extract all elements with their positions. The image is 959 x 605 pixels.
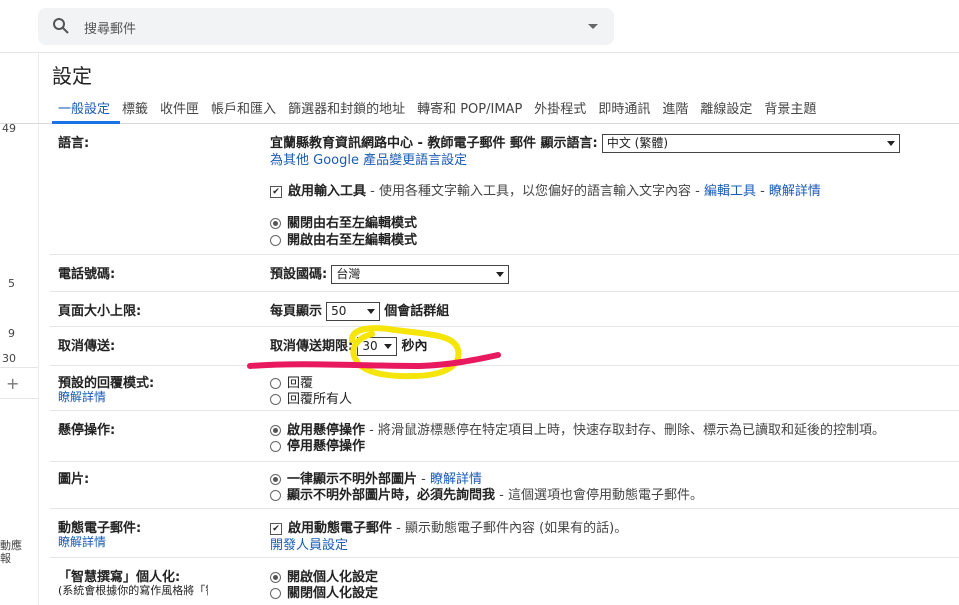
rtl-on-label: 開啟由右至左編輯模式 [287, 233, 418, 248]
input-tools-checkbox[interactable]: ✔ [270, 185, 282, 198]
setting-label: 圖片: [58, 472, 90, 487]
setting-label: 語言: [58, 136, 90, 151]
hover-off-radio[interactable] [270, 441, 281, 452]
setting-images: 圖片: 一律顯示不明外部圖片 - 瞭解詳情 顯示不明外部圖片時，必須先詢問我 -… [50, 462, 959, 509]
tab-chat[interactable]: 即時通訊 [598, 98, 650, 117]
smart-off-label: 關閉個人化設定 [287, 586, 379, 601]
learn-more-link[interactable]: 瞭解詳情 [58, 388, 106, 405]
tab-themes[interactable]: 背景主題 [764, 98, 816, 117]
search-options-icon[interactable] [588, 24, 598, 29]
page-title: 設定 [52, 64, 92, 88]
setting-undo-send: 取消傳送: 取消傳送期限: 30 秒內 [50, 327, 959, 366]
images-ask-label: 顯示不明外部圖片時，必須先詢問我 [287, 488, 496, 503]
setting-language: 語言: 宜蘭縣教育資訊網路中心 - 教師電子郵件 郵件 顯示語言: 中文 (繁體… [50, 124, 959, 255]
rail-divider [0, 398, 38, 399]
undo-period-select[interactable]: 30 [357, 337, 398, 356]
tab-addons[interactable]: 外掛程式 [534, 98, 586, 117]
phone-prefix: 預設國碼: [270, 267, 328, 282]
language-select[interactable]: 中文 (繁體) [601, 134, 900, 153]
setting-label: 懸停操作: [58, 423, 116, 438]
smart-off-radio[interactable] [270, 588, 281, 599]
chevron-down-icon [886, 141, 895, 146]
rail-divider [0, 367, 38, 368]
images-ask-radio[interactable] [270, 490, 281, 501]
dynamic-email-desc: - 顯示動態電子郵件內容 (如果有的話)。 [392, 521, 628, 536]
undo-line: 取消傳送期限: 30 秒內 [270, 335, 428, 356]
images-ask-desc: - 這個選項也會停用動態電子郵件。 [495, 488, 703, 503]
chevron-down-icon [367, 309, 376, 314]
setting-hover-actions: 懸停操作: 啟用懸停操作 - 將滑鼠游標懸停在特定項目上時，快速存取封存、刪除、… [50, 411, 959, 462]
search-bar[interactable]: 搜尋郵件 [38, 8, 614, 45]
chevron-down-icon [496, 272, 505, 277]
rtl-off-radio[interactable] [270, 218, 281, 229]
setting-label: 電話號碼: [58, 267, 116, 282]
language-select-value: 中文 (繁體) [606, 136, 669, 150]
page-size-suffix: 個會話群組 [384, 304, 450, 319]
hover-on-desc: - 將滑鼠游標懸停在特定項目上時，快速存取封存、刪除、標示為已讀取和延後的控制項… [365, 423, 885, 438]
page-size-line: 每頁顯示 50 個會話群組 [270, 300, 449, 321]
search-input[interactable]: 搜尋郵件 [84, 18, 136, 37]
settings-tabs: 一般設定 標籤 收件匣 帳戶和匯入 篩選器和封鎖的地址 轉寄和 POP/IMAP… [58, 98, 828, 117]
tab-labels[interactable]: 標籤 [122, 98, 148, 117]
separator: - [755, 184, 769, 199]
top-bar: 搜尋郵件 [0, 0, 959, 53]
tab-advanced[interactable]: 進階 [662, 98, 688, 117]
input-tools-label: 啟用輸入工具 [288, 184, 367, 199]
setting-phone: 電話號碼: 預設國碼: 台灣 [50, 255, 959, 292]
undo-suffix: 秒內 [401, 339, 428, 354]
images-ask-option[interactable]: 顯示不明外部圖片時，必須先詢問我 - 這個選項也會停用動態電子郵件。 [270, 484, 703, 503]
setting-dynamic-email: 動態電子郵件: 瞭解詳情 ✔ 啟用動態電子郵件 - 顯示動態電子郵件內容 (如果有… [50, 509, 959, 558]
tab-accounts[interactable]: 帳戶和匯入 [211, 98, 276, 117]
setting-reply-mode: 預設的回覆模式: 瞭解詳情 回覆 回覆所有人 [50, 366, 959, 411]
undo-period-value: 30 [362, 339, 378, 353]
setting-label: 取消傳送: [58, 339, 116, 354]
setting-smart-compose: 「智慧撰寫」個人化: (系統會根據你的寫作風格將「智慧撰寫」功能個人化) 開啟個… [50, 558, 959, 605]
tab-filters[interactable]: 篩選器和封鎖的地址 [288, 98, 405, 117]
edit-tools-link[interactable]: 編輯工具 [704, 184, 756, 199]
chevron-down-icon [384, 344, 393, 349]
learn-more-link[interactable]: 瞭解詳情 [769, 184, 821, 199]
developer-settings-link[interactable]: 開發人員設定 [270, 534, 348, 553]
learn-more-link[interactable]: 瞭解詳情 [58, 533, 106, 550]
page-size-select[interactable]: 50 [326, 302, 381, 321]
tab-offline[interactable]: 離線設定 [700, 98, 752, 117]
smart-compose-desc: (系統會根據你的寫作風格將「智慧撰寫」功能個人化) [58, 584, 208, 597]
page-size-value: 50 [331, 304, 347, 318]
undo-prefix: 取消傳送期限: [270, 339, 354, 354]
tab-general[interactable]: 一般設定 [58, 98, 110, 117]
rail-count: 9 [8, 327, 15, 340]
reply-all-option[interactable]: 回覆所有人 [270, 388, 352, 407]
rtl-on-option[interactable]: 開啟由右至左編輯模式 [270, 229, 417, 248]
rail-text-line: 報 [0, 552, 11, 565]
rtl-on-radio[interactable] [270, 235, 281, 246]
left-rail: 49 5 9 30 + 動應 報 [0, 52, 39, 605]
tab-forwarding[interactable]: 轉寄和 POP/IMAP [417, 98, 522, 117]
hover-off-label: 停用懸停操作 [287, 439, 366, 454]
country-code-select[interactable]: 台灣 [331, 265, 510, 284]
rail-count: 30 [2, 352, 16, 365]
add-label-icon[interactable]: + [6, 374, 19, 393]
setting-label: 「智慧撰寫」個人化: [58, 570, 181, 585]
input-tools-line: ✔ 啟用輸入工具 - 使用各種文字輸入工具，以您偏好的語言輸入文字內容 - 編輯工… [270, 180, 821, 199]
phone-line: 預設國碼: 台灣 [270, 263, 510, 284]
tab-inbox[interactable]: 收件匣 [160, 98, 199, 117]
reply-all-radio[interactable] [270, 394, 281, 405]
dynamic-email-checkbox[interactable]: ✔ [270, 522, 282, 535]
input-tools-desc: - 使用各種文字輸入工具，以您偏好的語言輸入文字內容 - [366, 184, 704, 199]
country-code-value: 台灣 [336, 267, 361, 281]
rail-count: 5 [8, 277, 15, 290]
rail-text: 動應 報 [0, 539, 22, 565]
setting-page-size: 頁面大小上限: 每頁顯示 50 個會話群組 [50, 292, 959, 327]
other-language-link[interactable]: 為其他 Google 產品變更語言設定 [270, 149, 467, 168]
smart-off-option[interactable]: 關閉個人化設定 [270, 582, 378, 601]
reply-all-label: 回覆所有人 [287, 392, 353, 407]
setting-label: 頁面大小上限: [58, 304, 142, 319]
hover-off-option[interactable]: 停用懸停操作 [270, 435, 365, 454]
search-icon[interactable] [52, 17, 70, 35]
rail-text-line: 動應 [0, 539, 22, 552]
page-size-prefix: 每頁顯示 [270, 304, 323, 319]
